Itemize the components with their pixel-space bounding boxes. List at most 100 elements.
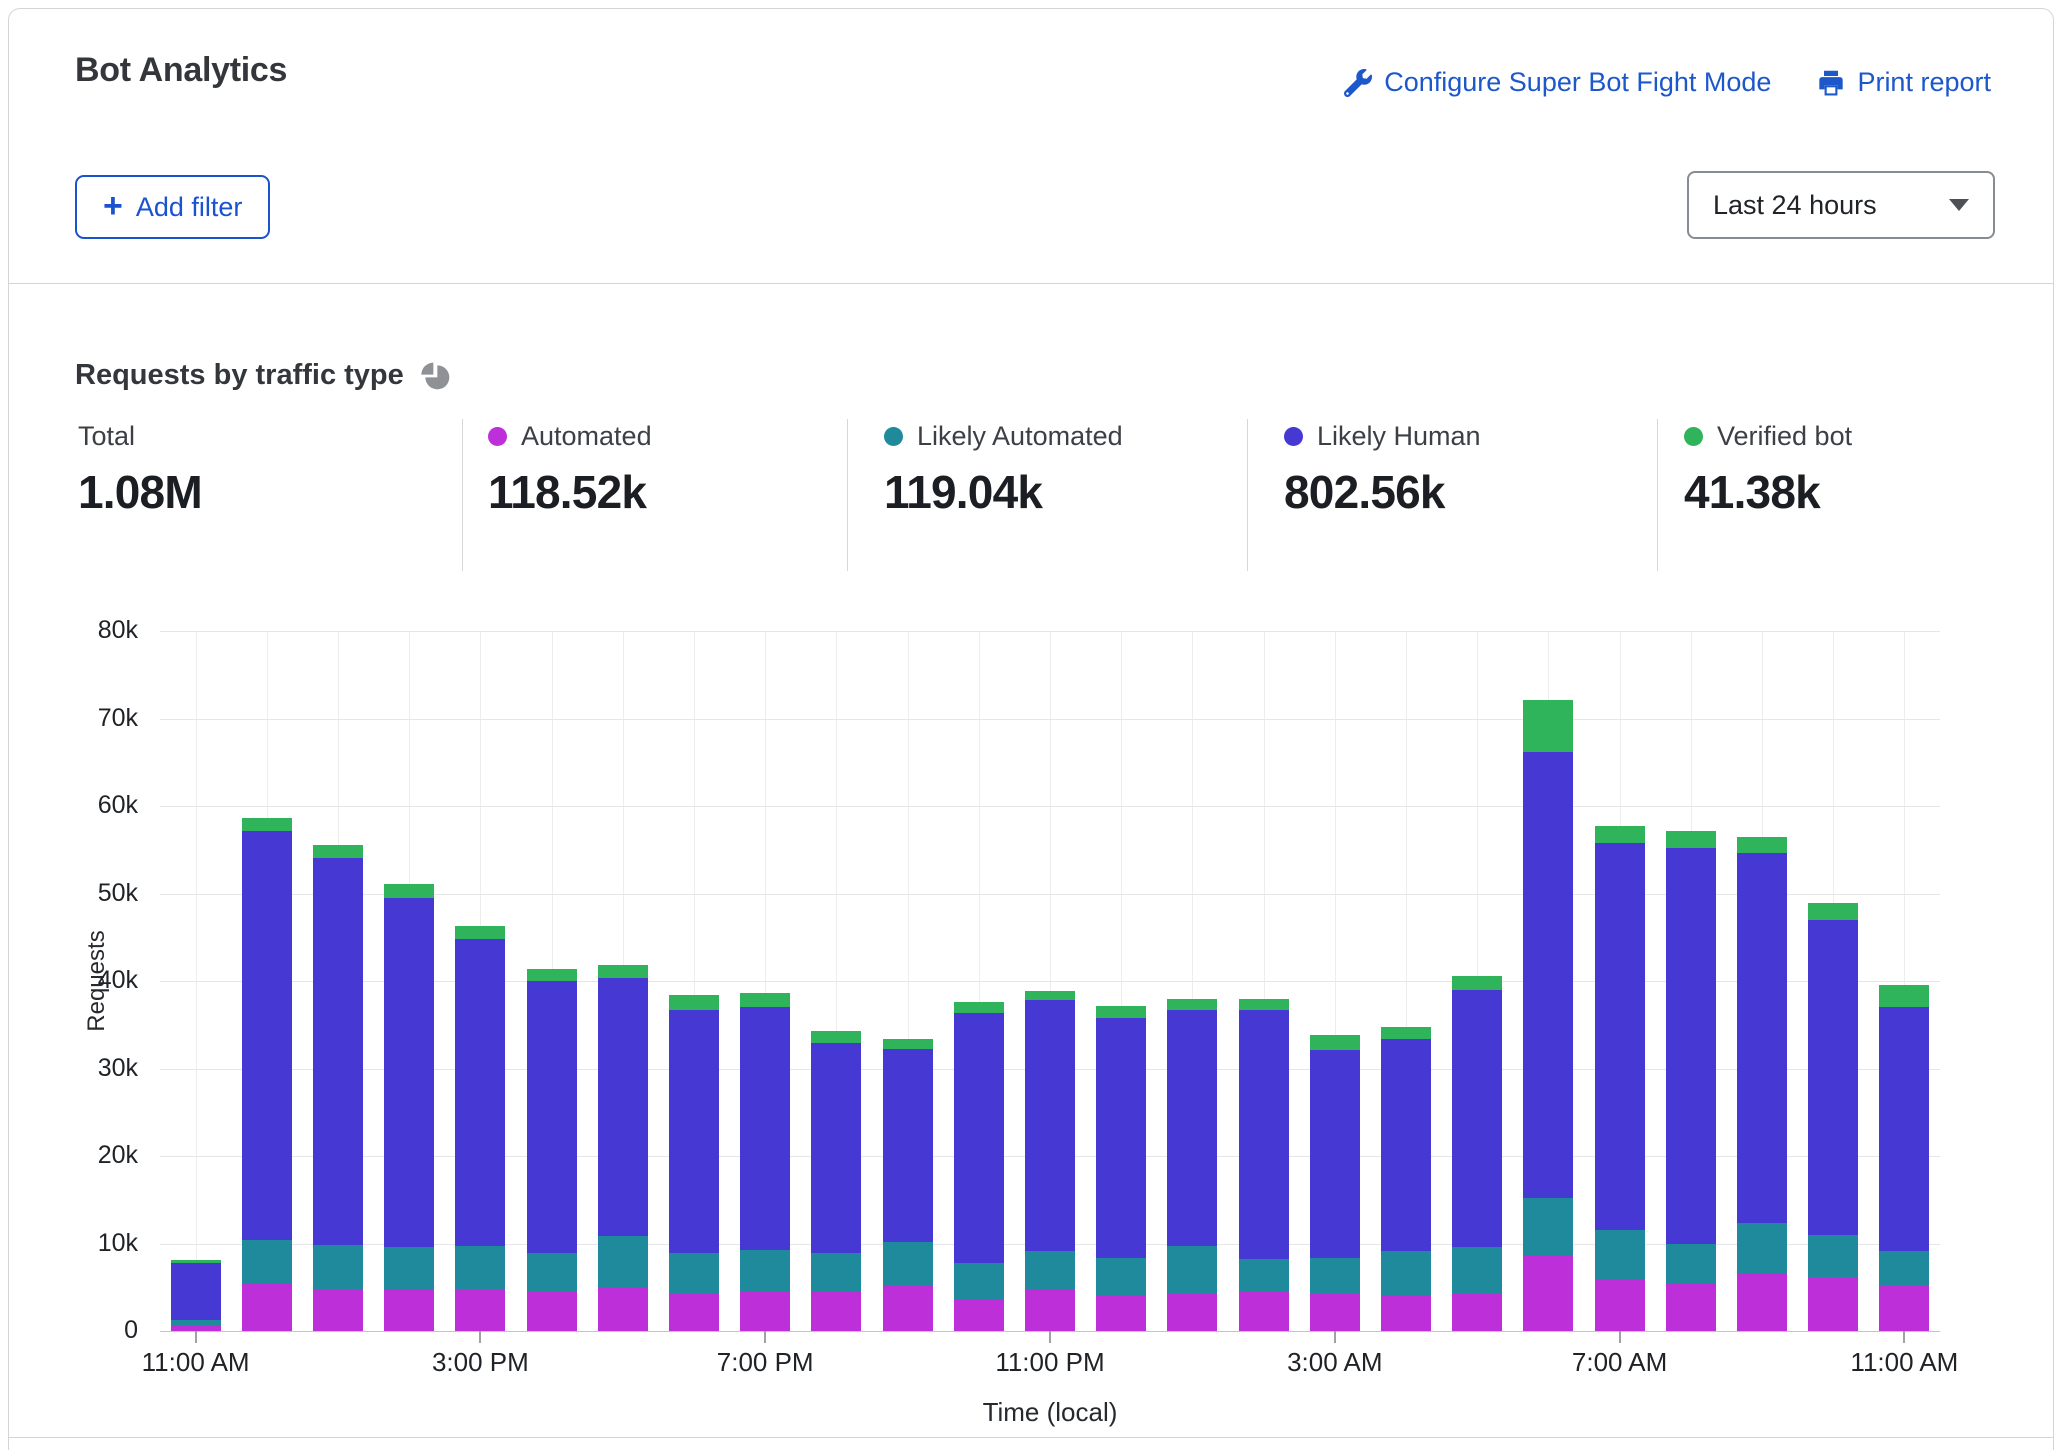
bar-column[interactable] bbox=[374, 631, 445, 1331]
bar-stack[interactable] bbox=[1737, 837, 1787, 1331]
bar-stack[interactable] bbox=[242, 818, 292, 1331]
bar-segment-verified-bot[interactable] bbox=[954, 1002, 1004, 1013]
bar-segment-likely-automated[interactable] bbox=[1737, 1223, 1787, 1275]
bar-segment-likely-automated[interactable] bbox=[1452, 1247, 1502, 1293]
bar-stack[interactable] bbox=[883, 1039, 933, 1331]
bar-segment-verified-bot[interactable] bbox=[1025, 991, 1075, 1001]
bar-segment-likely-automated[interactable] bbox=[1096, 1258, 1146, 1297]
configure-sbfm-link[interactable]: Configure Super Bot Fight Mode bbox=[1344, 67, 1771, 98]
bar-segment-verified-bot[interactable] bbox=[669, 995, 719, 1010]
bar-segment-likely-human[interactable] bbox=[669, 1010, 719, 1253]
bar-segment-likely-human[interactable] bbox=[455, 939, 505, 1246]
bar-segment-likely-automated[interactable] bbox=[527, 1253, 577, 1291]
bar-segment-likely-human[interactable] bbox=[242, 831, 292, 1241]
bar-stack[interactable] bbox=[1167, 999, 1217, 1331]
bar-segment-likely-human[interactable] bbox=[811, 1043, 861, 1253]
bar-segment-likely-human[interactable] bbox=[598, 978, 648, 1235]
bar-segment-automated[interactable] bbox=[811, 1291, 861, 1331]
bar-segment-verified-bot[interactable] bbox=[1310, 1035, 1360, 1050]
bar-column[interactable] bbox=[1086, 631, 1157, 1331]
bar-segment-likely-automated[interactable] bbox=[1167, 1246, 1217, 1292]
bar-stack[interactable] bbox=[171, 1260, 221, 1331]
bar-segment-verified-bot[interactable] bbox=[1737, 837, 1787, 854]
bar-segment-likely-human[interactable] bbox=[171, 1263, 221, 1320]
bar-stack[interactable] bbox=[1381, 1027, 1431, 1332]
bar-segment-automated[interactable] bbox=[1096, 1296, 1146, 1331]
bar-segment-likely-human[interactable] bbox=[384, 898, 434, 1247]
bar-segment-verified-bot[interactable] bbox=[740, 993, 790, 1007]
bar-column[interactable] bbox=[1655, 631, 1726, 1331]
bar-segment-likely-automated[interactable] bbox=[1025, 1251, 1075, 1290]
bar-segment-verified-bot[interactable] bbox=[1879, 985, 1929, 1007]
bar-stack[interactable] bbox=[1452, 976, 1502, 1331]
bar-segment-verified-bot[interactable] bbox=[598, 965, 648, 978]
bar-segment-automated[interactable] bbox=[455, 1289, 505, 1331]
bar-stack[interactable] bbox=[669, 995, 719, 1331]
bar-segment-likely-human[interactable] bbox=[1808, 920, 1858, 1235]
bar-segment-automated[interactable] bbox=[1879, 1286, 1929, 1331]
bar-stack[interactable] bbox=[1666, 831, 1716, 1332]
bar-stack[interactable] bbox=[1239, 999, 1289, 1331]
bar-segment-verified-bot[interactable] bbox=[384, 884, 434, 898]
bar-column[interactable] bbox=[1513, 631, 1584, 1331]
bar-segment-likely-human[interactable] bbox=[1239, 1010, 1289, 1259]
bar-segment-likely-human[interactable] bbox=[313, 858, 363, 1246]
bar-stack[interactable] bbox=[313, 845, 363, 1332]
bar-segment-likely-automated[interactable] bbox=[1808, 1235, 1858, 1278]
bar-segment-likely-automated[interactable] bbox=[811, 1253, 861, 1291]
bar-segment-likely-automated[interactable] bbox=[242, 1240, 292, 1284]
bar-segment-likely-automated[interactable] bbox=[1595, 1230, 1645, 1281]
bar-segment-likely-automated[interactable] bbox=[1239, 1259, 1289, 1291]
bar-column[interactable] bbox=[658, 631, 729, 1331]
bar-segment-automated[interactable] bbox=[1808, 1278, 1858, 1331]
bar-segment-automated[interactable] bbox=[1381, 1296, 1431, 1331]
bar-column[interactable] bbox=[730, 631, 801, 1331]
bar-segment-likely-human[interactable] bbox=[1025, 1000, 1075, 1251]
bar-stack[interactable] bbox=[527, 969, 577, 1331]
bar-column[interactable] bbox=[801, 631, 872, 1331]
bar-segment-likely-human[interactable] bbox=[1167, 1010, 1217, 1246]
bar-stack[interactable] bbox=[1310, 1035, 1360, 1331]
bar-segment-verified-bot[interactable] bbox=[1381, 1027, 1431, 1039]
bar-segment-automated[interactable] bbox=[1167, 1293, 1217, 1332]
bar-segment-likely-automated[interactable] bbox=[1523, 1198, 1573, 1256]
bar-segment-automated[interactable] bbox=[1666, 1284, 1716, 1331]
bar-stack[interactable] bbox=[1879, 985, 1929, 1331]
bar-column[interactable] bbox=[445, 631, 516, 1331]
bar-segment-automated[interactable] bbox=[1595, 1280, 1645, 1331]
bar-segment-automated[interactable] bbox=[883, 1285, 933, 1331]
bar-column[interactable] bbox=[1442, 631, 1513, 1331]
bar-segment-likely-automated[interactable] bbox=[1666, 1244, 1716, 1283]
bar-stack[interactable] bbox=[598, 965, 648, 1331]
bar-segment-verified-bot[interactable] bbox=[1239, 999, 1289, 1010]
bar-column[interactable] bbox=[1370, 631, 1441, 1331]
bar-segment-verified-bot[interactable] bbox=[313, 845, 363, 858]
bar-segment-likely-automated[interactable] bbox=[883, 1242, 933, 1285]
bar-segment-verified-bot[interactable] bbox=[1666, 831, 1716, 849]
bar-segment-verified-bot[interactable] bbox=[1808, 903, 1858, 920]
bar-segment-automated[interactable] bbox=[954, 1300, 1004, 1332]
bar-segment-automated[interactable] bbox=[1523, 1256, 1573, 1331]
bar-column[interactable] bbox=[1726, 631, 1797, 1331]
bar-segment-likely-human[interactable] bbox=[1666, 848, 1716, 1244]
bar-segment-verified-bot[interactable] bbox=[242, 818, 292, 830]
bar-segment-automated[interactable] bbox=[384, 1290, 434, 1331]
bar-segment-likely-human[interactable] bbox=[1452, 990, 1502, 1247]
bar-column[interactable] bbox=[160, 631, 231, 1331]
bar-segment-likely-human[interactable] bbox=[1595, 843, 1645, 1230]
bar-segment-automated[interactable] bbox=[1025, 1290, 1075, 1331]
bar-stack[interactable] bbox=[1523, 700, 1573, 1331]
bar-segment-automated[interactable] bbox=[1452, 1293, 1502, 1332]
bar-segment-likely-automated[interactable] bbox=[1310, 1258, 1360, 1295]
bar-segment-likely-automated[interactable] bbox=[1381, 1251, 1431, 1296]
bar-segment-likely-automated[interactable] bbox=[740, 1250, 790, 1292]
bar-segment-likely-human[interactable] bbox=[1381, 1039, 1431, 1252]
bar-stack[interactable] bbox=[1096, 1006, 1146, 1331]
bar-column[interactable] bbox=[1584, 631, 1655, 1331]
bar-segment-automated[interactable] bbox=[669, 1294, 719, 1331]
bar-segment-verified-bot[interactable] bbox=[1523, 700, 1573, 752]
bar-segment-automated[interactable] bbox=[242, 1284, 292, 1331]
bar-stack[interactable] bbox=[1808, 903, 1858, 1331]
bar-segment-likely-automated[interactable] bbox=[598, 1236, 648, 1289]
bar-segment-likely-human[interactable] bbox=[1310, 1050, 1360, 1257]
